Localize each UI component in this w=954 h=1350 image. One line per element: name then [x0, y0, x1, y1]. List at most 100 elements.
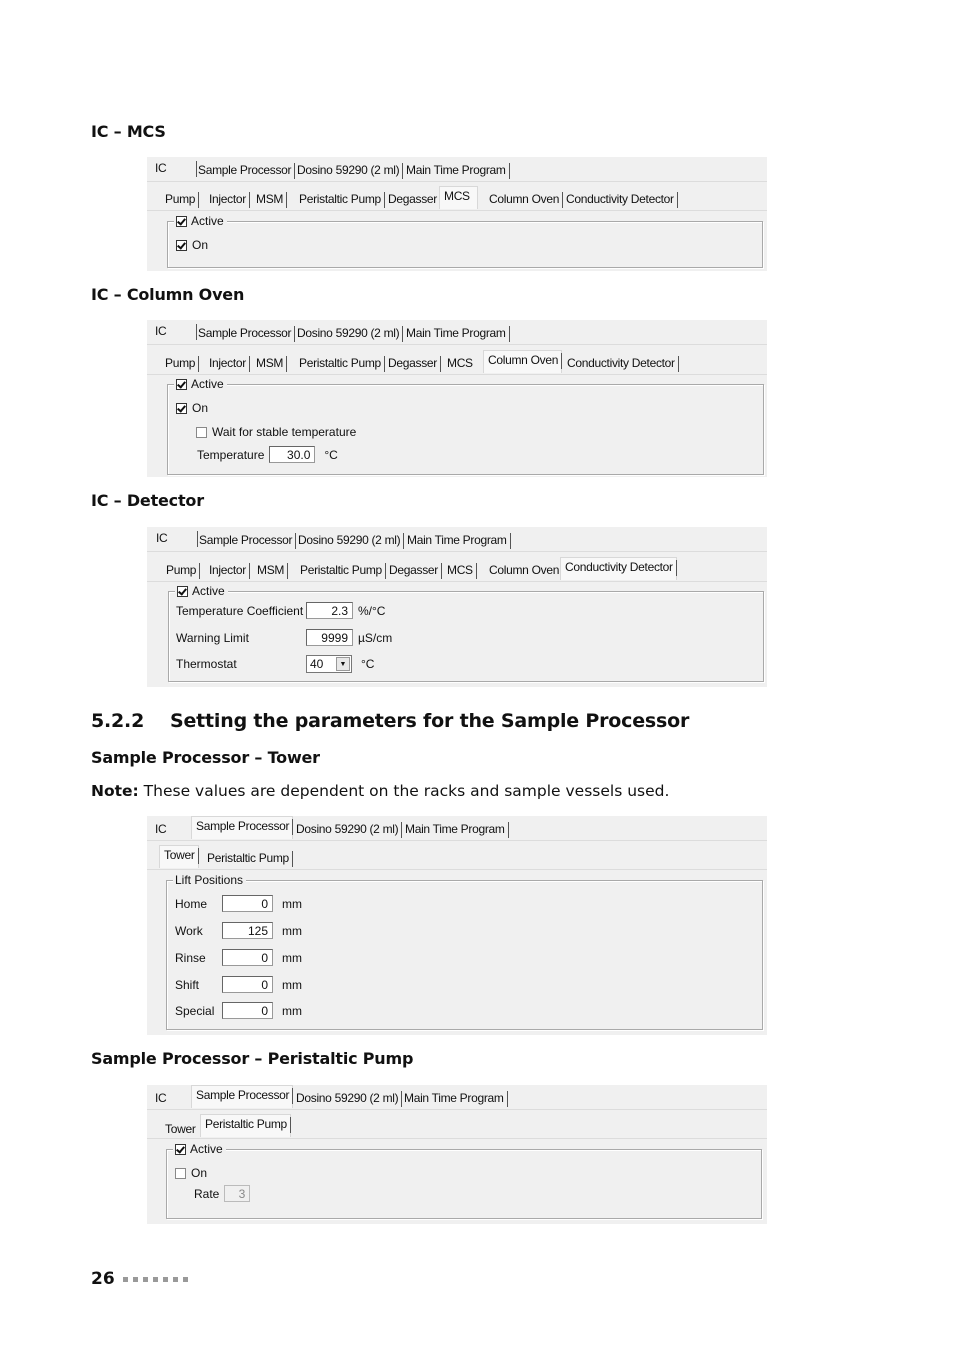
mcs-active-checkbox[interactable]	[176, 215, 187, 227]
subtab-pump[interactable]: Pump	[162, 561, 201, 579]
detector-active-checkbox-row[interactable]: Active	[175, 583, 228, 599]
main-tab-row: IC Sample Processor Dosino 59290 (2 ml) …	[147, 157, 767, 182]
tab-sample-processor[interactable]: Sample Processor	[194, 324, 296, 342]
warning-limit-label: Warning Limit	[176, 630, 249, 645]
tab-sample-processor[interactable]: Sample Processor	[191, 816, 294, 839]
subtab-injector[interactable]: Injector	[205, 190, 250, 208]
subtab-msm[interactable]: MSM	[253, 561, 289, 579]
subtab-msm[interactable]: MSM	[252, 354, 288, 372]
sp-active-checkbox[interactable]	[175, 1143, 186, 1155]
subtab-injector[interactable]: Injector	[205, 561, 250, 579]
panel-sp-tower: IC Sample Processor Dosino 59290 (2 ml) …	[147, 816, 767, 1035]
mcs-active-label: Active	[191, 214, 224, 228]
subtab-sp-peristaltic-pump[interactable]: Peristaltic Pump	[203, 849, 293, 867]
subtab-column-oven[interactable]: Column Oven	[485, 561, 562, 579]
section-heading-sp-peristaltic: Sample Processor – Peristaltic Pump	[91, 1049, 414, 1068]
sp-active-checkbox-row[interactable]: Active	[173, 1141, 226, 1157]
tab-ic[interactable]: IC	[151, 159, 197, 177]
tab-dosino[interactable]: Dosino 59290 (2 ml)	[293, 161, 404, 179]
chapter-title: Setting the parameters for the Sample Pr…	[170, 710, 690, 732]
warning-limit-input[interactable]: 9999	[306, 629, 353, 646]
tab-ic[interactable]: IC	[152, 529, 198, 547]
mcs-on-checkbox[interactable]	[176, 239, 187, 251]
tab-main-time-program[interactable]: Main Time Program	[402, 324, 510, 342]
subtab-degasser[interactable]: Degasser	[385, 561, 442, 579]
tab-sample-processor[interactable]: Sample Processor	[195, 531, 297, 549]
section-heading-column-oven: IC – Column Oven	[91, 285, 245, 304]
panel-ic-detector: IC Sample Processor Dosino 59290 (2 ml) …	[147, 527, 767, 687]
page-footer: 26	[91, 1269, 188, 1289]
rinse-input[interactable]: 0	[222, 949, 273, 966]
subtab-pump[interactable]: Pump	[161, 354, 200, 372]
section-heading-mcs: IC – MCS	[91, 122, 166, 141]
subtab-peristaltic-pump[interactable]: Peristaltic Pump	[296, 561, 386, 579]
subtab-tower[interactable]: Tower	[161, 1120, 199, 1138]
oven-on-checkbox-row[interactable]: On	[176, 401, 208, 415]
rate-label: Rate	[194, 1186, 220, 1201]
subtab-pump[interactable]: Pump	[161, 190, 200, 208]
subtab-column-oven[interactable]: Column Oven	[483, 350, 563, 373]
tab-ic[interactable]: IC	[151, 820, 196, 838]
rate-input[interactable]: 3	[224, 1185, 251, 1202]
tab-dosino[interactable]: Dosino 59290 (2 ml)	[294, 531, 405, 549]
mcs-on-checkbox-row[interactable]: On	[176, 238, 208, 252]
lift-positions-label: Lift Positions	[175, 873, 244, 887]
oven-active-checkbox-row[interactable]: Active	[174, 376, 227, 392]
subtab-conductivity-detector[interactable]: Conductivity Detector	[560, 557, 677, 580]
subtab-injector[interactable]: Injector	[205, 354, 250, 372]
tab-dosino[interactable]: Dosino 59290 (2 ml)	[292, 1089, 403, 1107]
thermostat-select[interactable]: 40 ▼	[306, 655, 352, 673]
footer-dots-decoration	[122, 1276, 188, 1282]
home-input[interactable]: 0	[222, 895, 273, 912]
tab-dosino[interactable]: Dosino 59290 (2 ml)	[293, 324, 404, 342]
subtab-degasser[interactable]: Degasser	[384, 354, 441, 372]
temp-coef-input[interactable]: 2.3	[306, 602, 353, 619]
wait-stable-temp-checkbox-row[interactable]: Wait for stable temperature	[196, 425, 356, 439]
subtab-degasser[interactable]: Degasser	[384, 190, 440, 208]
subtab-tower[interactable]: Tower	[159, 845, 199, 868]
sp-on-checkbox[interactable]	[175, 1167, 186, 1179]
subtab-conductivity-detector[interactable]: Conductivity Detector	[563, 354, 679, 372]
tab-sample-processor[interactable]: Sample Processor	[194, 161, 296, 179]
tab-ic[interactable]: IC	[151, 322, 197, 340]
tab-dosino[interactable]: Dosino 59290 (2 ml)	[292, 820, 403, 838]
temperature-input[interactable]: 30.0	[269, 446, 316, 463]
subtab-peristaltic-pump[interactable]: Peristaltic Pump	[295, 354, 385, 372]
subtab-mcs[interactable]: MCS	[443, 354, 476, 372]
mcs-active-checkbox-row[interactable]: Active	[174, 213, 227, 229]
chapter-heading: 5.2.2 Setting the parameters for the Samp…	[91, 710, 689, 732]
sp-on-label: On	[191, 1166, 208, 1180]
sp-on-checkbox-row[interactable]: On	[175, 1166, 207, 1180]
oven-active-checkbox[interactable]	[176, 378, 187, 390]
subtab-column-oven[interactable]: Column Oven	[485, 190, 564, 208]
panel-sp-peristaltic-pump: IC Sample Processor Dosino 59290 (2 ml) …	[147, 1085, 767, 1224]
rinse-unit: mm	[282, 950, 302, 965]
ic-subtab-row: Pump Injector MSM Peristaltic Pump Degas…	[147, 186, 767, 211]
work-input[interactable]: 125	[222, 922, 273, 939]
subtab-msm[interactable]: MSM	[252, 190, 288, 208]
oven-on-checkbox[interactable]	[176, 402, 187, 414]
tab-main-time-program[interactable]: Main Time Program	[401, 820, 509, 838]
subtab-sp-peristaltic-pump[interactable]: Peristaltic Pump	[200, 1114, 291, 1137]
tab-main-time-program[interactable]: Main Time Program	[403, 531, 511, 549]
lift-row-rinse: Rinse 0 mm	[175, 949, 302, 966]
detector-active-checkbox[interactable]	[177, 585, 188, 597]
thermostat-row: Thermostat 40 ▼ °C	[176, 655, 374, 673]
warning-limit-row: Warning Limit 9999 µS/cm	[176, 629, 392, 646]
subtab-mcs[interactable]: MCS	[443, 561, 477, 579]
note-label: Note:	[91, 782, 139, 800]
rinse-label: Rinse	[175, 950, 206, 965]
special-input[interactable]: 0	[222, 1002, 273, 1019]
tab-sample-processor[interactable]: Sample Processor	[191, 1085, 294, 1108]
subtab-conductivity-detector[interactable]: Conductivity Detector	[562, 190, 678, 208]
chapter-number: 5.2.2	[91, 710, 145, 732]
chevron-down-icon[interactable]: ▼	[336, 657, 350, 671]
subtab-peristaltic-pump[interactable]: Peristaltic Pump	[295, 190, 385, 208]
wait-stable-temp-checkbox[interactable]	[196, 426, 207, 438]
panel-ic-mcs: IC Sample Processor Dosino 59290 (2 ml) …	[147, 157, 767, 271]
tab-main-time-program[interactable]: Main Time Program	[402, 161, 510, 179]
tab-main-time-program[interactable]: Main Time Program	[400, 1089, 508, 1107]
tab-ic[interactable]: IC	[151, 1089, 196, 1107]
shift-input[interactable]: 0	[222, 976, 273, 993]
subtab-mcs[interactable]: MCS	[439, 186, 478, 209]
